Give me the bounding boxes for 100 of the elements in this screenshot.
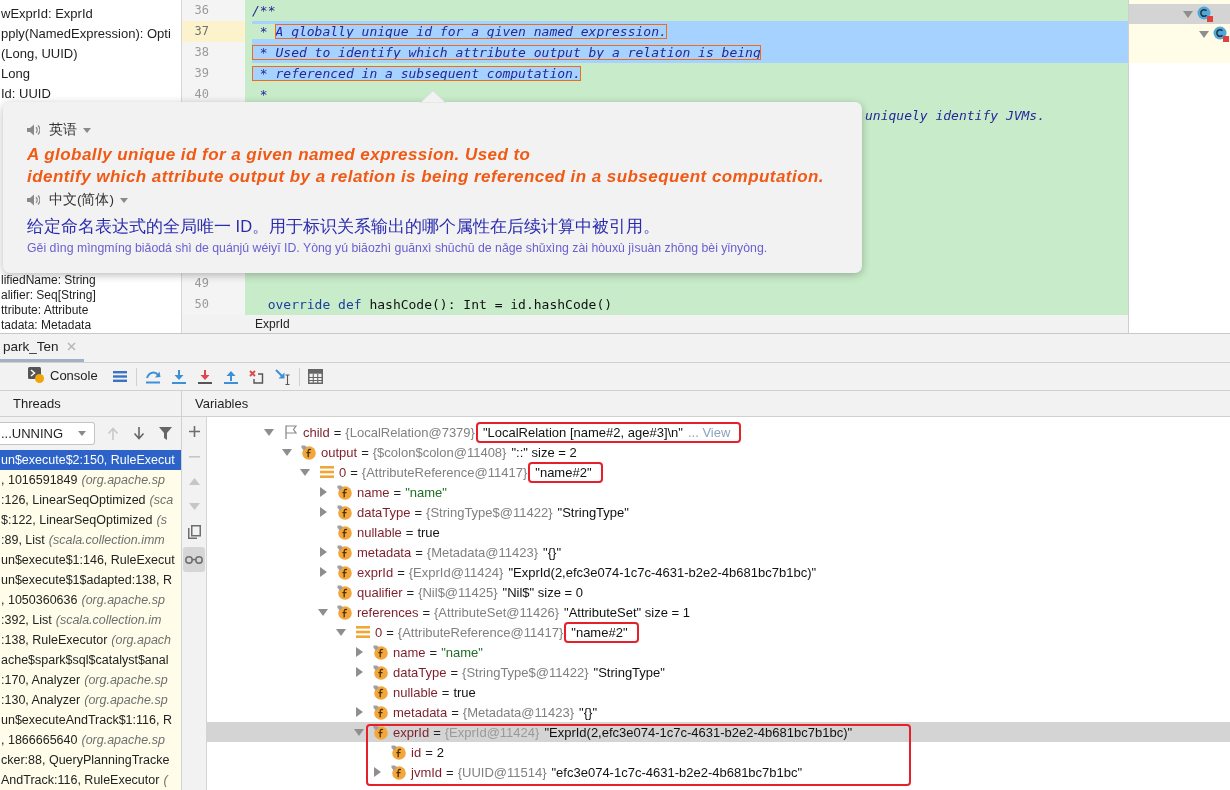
tree-row[interactable]: output = {$colon$colon@11408} "::" size = 2 [207, 442, 1230, 462]
triangle-right-icon[interactable] [355, 667, 363, 677]
code-line: * A globally unique id for a given named expression. [252, 21, 667, 42]
up-arrow-icon [107, 427, 119, 440]
tree-row[interactable]: jvmId = {UUID@11514} "efc3e074-1c7c-4631-b2e2-4b681bc7b1bc" [207, 762, 1230, 782]
stack-frame[interactable]: , 1016591849 (org.apache.sp [0, 470, 181, 490]
tree-row[interactable]: nullable = true [207, 682, 1230, 702]
triangle-right-icon[interactable] [373, 767, 381, 777]
caret-icon [120, 197, 128, 203]
triangle-down-icon[interactable] [354, 728, 364, 736]
triangle-down-icon[interactable] [1199, 30, 1209, 38]
circle-f-icon [373, 704, 388, 720]
tree-row[interactable]: 0 = {AttributeReference@11417} "name#2" [207, 622, 1230, 642]
tree-row[interactable]: references = {AttributeSet@11426} "AttributeSet" size = 1 [207, 602, 1230, 622]
triangle-right-icon[interactable] [355, 707, 363, 717]
code-line: override def hashCode(): Int = id.hashCode() [266, 296, 613, 314]
triangle-down-icon[interactable] [282, 448, 292, 456]
stack-frame[interactable]: :138, RuleExecutor (org.apach [0, 630, 181, 650]
close-icon[interactable] [66, 342, 76, 351]
flag-icon [284, 425, 297, 439]
triangle-right-icon[interactable] [319, 567, 327, 577]
stack-frame[interactable]: :392, List (scala.collection.im [0, 610, 181, 630]
tree-row[interactable]: name = "name" [207, 642, 1230, 662]
stack-frame[interactable]: un$execute$1$adapted:138, R [0, 570, 181, 590]
translation-text: 给定命名表达式的全局唯一 ID。用于标识关系输出的哪个属性在后续计算中被引用。 [27, 216, 662, 237]
stack-frame[interactable]: $:122, LinearSeqOptimized (s [0, 510, 181, 530]
structure-item[interactable]: tadata: Metadata [0, 318, 181, 333]
language-dropdown[interactable]: 中文(简体) [49, 190, 128, 210]
structure-item[interactable]: ttribute: Attribute [0, 303, 181, 318]
triangle-down-icon[interactable] [300, 468, 310, 476]
tree-row[interactable]: nullable = true [207, 522, 1230, 542]
tree-row[interactable]: exprId = {ExprId@11424} "ExprId(2,efc3e074-1c7c-4631-b2e2-4b681bc7b1bc)" [207, 562, 1230, 582]
session-tab[interactable]: park_Ten [0, 334, 84, 362]
language-dropdown[interactable]: 英语 [49, 120, 91, 140]
circle-f-icon [337, 564, 352, 580]
tree-row[interactable]: name = "name" [207, 482, 1230, 502]
stack-frame[interactable]: un$execute$2:150, RuleExecut [0, 450, 181, 470]
structure-item[interactable]: (Long, UUID) [0, 44, 181, 64]
tree-row[interactable] [1129, 4, 1230, 24]
triangle-right-icon[interactable] [355, 647, 363, 657]
triangle-down-icon[interactable] [336, 628, 346, 636]
triangle-right-icon[interactable] [319, 547, 327, 557]
tree-row[interactable]: dataType = {StringType$@11422} "StringType" [207, 662, 1230, 682]
stack-frame[interactable]: un$executeAndTrack$1:116, R [0, 710, 181, 730]
stack-frame[interactable]: cker:88, QueryPlanningTracke [0, 750, 181, 770]
stack-frame[interactable]: , 1050360636 (org.apache.sp [0, 590, 181, 610]
tree-row[interactable]: 0 = {AttributeReference@11417} "name#2" [207, 462, 1230, 482]
tree-row[interactable]: child = {LocalRelation@7379} "LocalRelation [name#2, age#3]\n" ... View [207, 422, 1230, 442]
funnel-icon [158, 427, 172, 440]
stack-frame[interactable]: :89, List (scala.collection.imm [0, 530, 181, 550]
tree-row[interactable]: id = 2 [207, 742, 1230, 762]
circle-f-icon [373, 724, 388, 740]
plus-icon [188, 426, 200, 437]
stack-frame[interactable]: AndTrack:116, RuleExecutor ( [0, 770, 181, 790]
watches-toggle[interactable] [183, 547, 205, 572]
circle-f-icon [337, 504, 352, 520]
circle-f-icon [337, 524, 352, 540]
structure-item[interactable]: wExprId: ExprId [0, 4, 181, 24]
tree-row[interactable]: exprId = {ExprId@11424} "ExprId(2,efc3e074-1c7c-4631-b2e2-4b681bc7b1bc)" [207, 722, 1230, 742]
minus-icon [188, 455, 200, 458]
menu-icon [112, 371, 127, 382]
stack-frame[interactable]: un$execute$1:146, RuleExecut [0, 550, 181, 570]
structure-item[interactable]: alifier: Seq[String] [0, 288, 181, 303]
terminal-icon [28, 367, 44, 383]
triangle-down-icon[interactable] [318, 608, 328, 616]
tree-row[interactable]: metadata = {Metadata@11423} "{}" [207, 542, 1230, 562]
glasses-icon [185, 555, 203, 564]
circle-f-icon [301, 444, 316, 460]
circle-f-icon [337, 544, 352, 560]
stack-frame[interactable]: ache$spark$sql$catalyst$anal [0, 650, 181, 670]
lines-icon [355, 626, 370, 638]
triangle-up-icon [188, 478, 200, 485]
triangle-right-icon[interactable] [319, 507, 327, 517]
breadcrumb-item[interactable]: ExprId [255, 316, 290, 332]
triangle-down-icon[interactable] [1183, 10, 1193, 18]
stack-frame[interactable]: :170, Analyzer (org.apache.sp [0, 670, 181, 690]
lines-icon [319, 466, 334, 478]
circle-f-icon [391, 744, 406, 760]
triangle-down-icon [188, 503, 200, 510]
console-tab[interactable]: Console [26, 363, 100, 390]
structure-item[interactable]: pply(NamedExpression): Opti [0, 24, 181, 44]
tree-row[interactable]: dataType = {StringType$@11422} "StringType" [207, 502, 1230, 522]
structure-item[interactable]: lifiedName: String [0, 273, 181, 288]
circle-f-icon [373, 644, 388, 660]
circle-icon [1197, 6, 1213, 22]
caret-icon [78, 431, 86, 436]
thread-dropdown[interactable]: ...UNNING [0, 422, 95, 445]
down-arrow-icon [133, 427, 145, 440]
tree-row[interactable]: qualifier = {Nil$@11425} "Nil$" size = 0 [207, 582, 1230, 602]
structure-item[interactable]: Long [0, 64, 181, 84]
stack-frame[interactable]: :130, Analyzer (org.apache.sp [0, 690, 181, 710]
tree-row[interactable]: metadata = {Metadata@11423} "{}" [207, 702, 1230, 722]
panel-title: Threads [0, 391, 181, 417]
structure-item[interactable]: Id: UUID [0, 84, 181, 104]
stack-frame[interactable]: :126, LinearSeqOptimized (sca [0, 490, 181, 510]
triangle-down-icon[interactable] [264, 428, 274, 436]
stack-frame[interactable]: , 1866665640 (org.apache.sp [0, 730, 181, 750]
speaker-icon[interactable] [27, 124, 40, 136]
triangle-right-icon[interactable] [319, 487, 327, 497]
speaker-icon[interactable] [27, 194, 40, 206]
